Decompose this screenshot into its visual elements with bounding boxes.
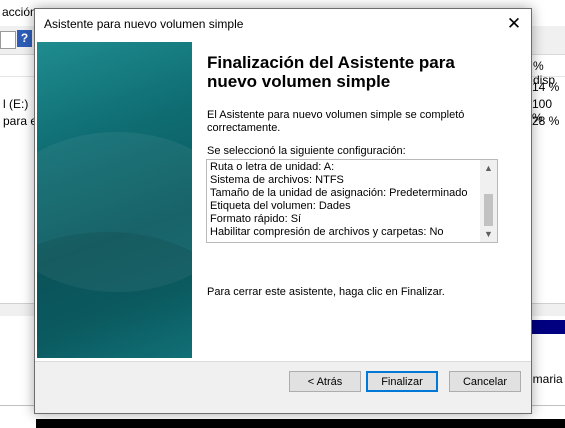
chevron-down-icon[interactable]: ▼	[480, 226, 497, 242]
vertical-scrollbar[interactable]: ▲ ▼	[480, 160, 497, 242]
close-icon[interactable]: ✕	[497, 9, 531, 39]
completion-message: El Asistente para nuevo volumen simple s…	[207, 109, 465, 134]
partition-type-label: imaria	[530, 372, 563, 386]
page-heading: Finalización del Asistente para nuevo vo…	[207, 53, 455, 91]
back-button[interactable]: < Atrás	[289, 371, 361, 392]
volume-percent: 28 %	[532, 114, 560, 128]
help-icon[interactable]: ?	[17, 30, 32, 47]
finish-instructions: Para cerrar este asistente, haga clic en…	[207, 286, 445, 298]
wizard-dialog: Asistente para nuevo volumen simple ✕ Fi…	[34, 8, 532, 414]
config-summary-list[interactable]: Ruta o letra de unidad: A: Sistema de ar…	[206, 159, 498, 243]
dialog-title: Asistente para nuevo volumen simple	[44, 17, 244, 31]
title-bar[interactable]: Asistente para nuevo volumen simple ✕	[35, 9, 531, 39]
config-line: Sistema de archivos: NTFS	[210, 174, 344, 186]
scrollbar-thumb[interactable]	[484, 194, 493, 226]
config-label: Se seleccionó la siguiente configuración…	[207, 145, 406, 157]
toolbar-button[interactable]	[0, 31, 16, 49]
volume-name: para e	[3, 114, 38, 128]
wizard-side-banner	[37, 42, 192, 358]
volume-percent: 14 %	[532, 80, 560, 94]
config-line: Formato rápido: Sí	[210, 213, 302, 225]
wizard-body: Finalización del Asistente para nuevo vo…	[35, 39, 531, 361]
chevron-up-icon[interactable]: ▲	[480, 160, 497, 176]
volume-name: l (E:)	[3, 97, 29, 111]
banner-decoration	[37, 232, 192, 358]
finish-button[interactable]: Finalizar	[366, 371, 438, 392]
unallocated-bar[interactable]	[36, 419, 565, 428]
partition-bar[interactable]	[530, 320, 565, 334]
config-line: Tamaño de la unidad de asignación: Prede…	[210, 187, 468, 199]
config-line: Ruta o letra de unidad: A:	[210, 161, 335, 173]
config-line: Etiqueta del volumen: Dades	[210, 200, 351, 212]
menu-item-action[interactable]: acción	[2, 5, 37, 19]
config-line: Habilitar compresión de archivos y carpe…	[210, 226, 444, 238]
cancel-button[interactable]: Cancelar	[449, 371, 521, 392]
button-separator	[35, 361, 531, 362]
